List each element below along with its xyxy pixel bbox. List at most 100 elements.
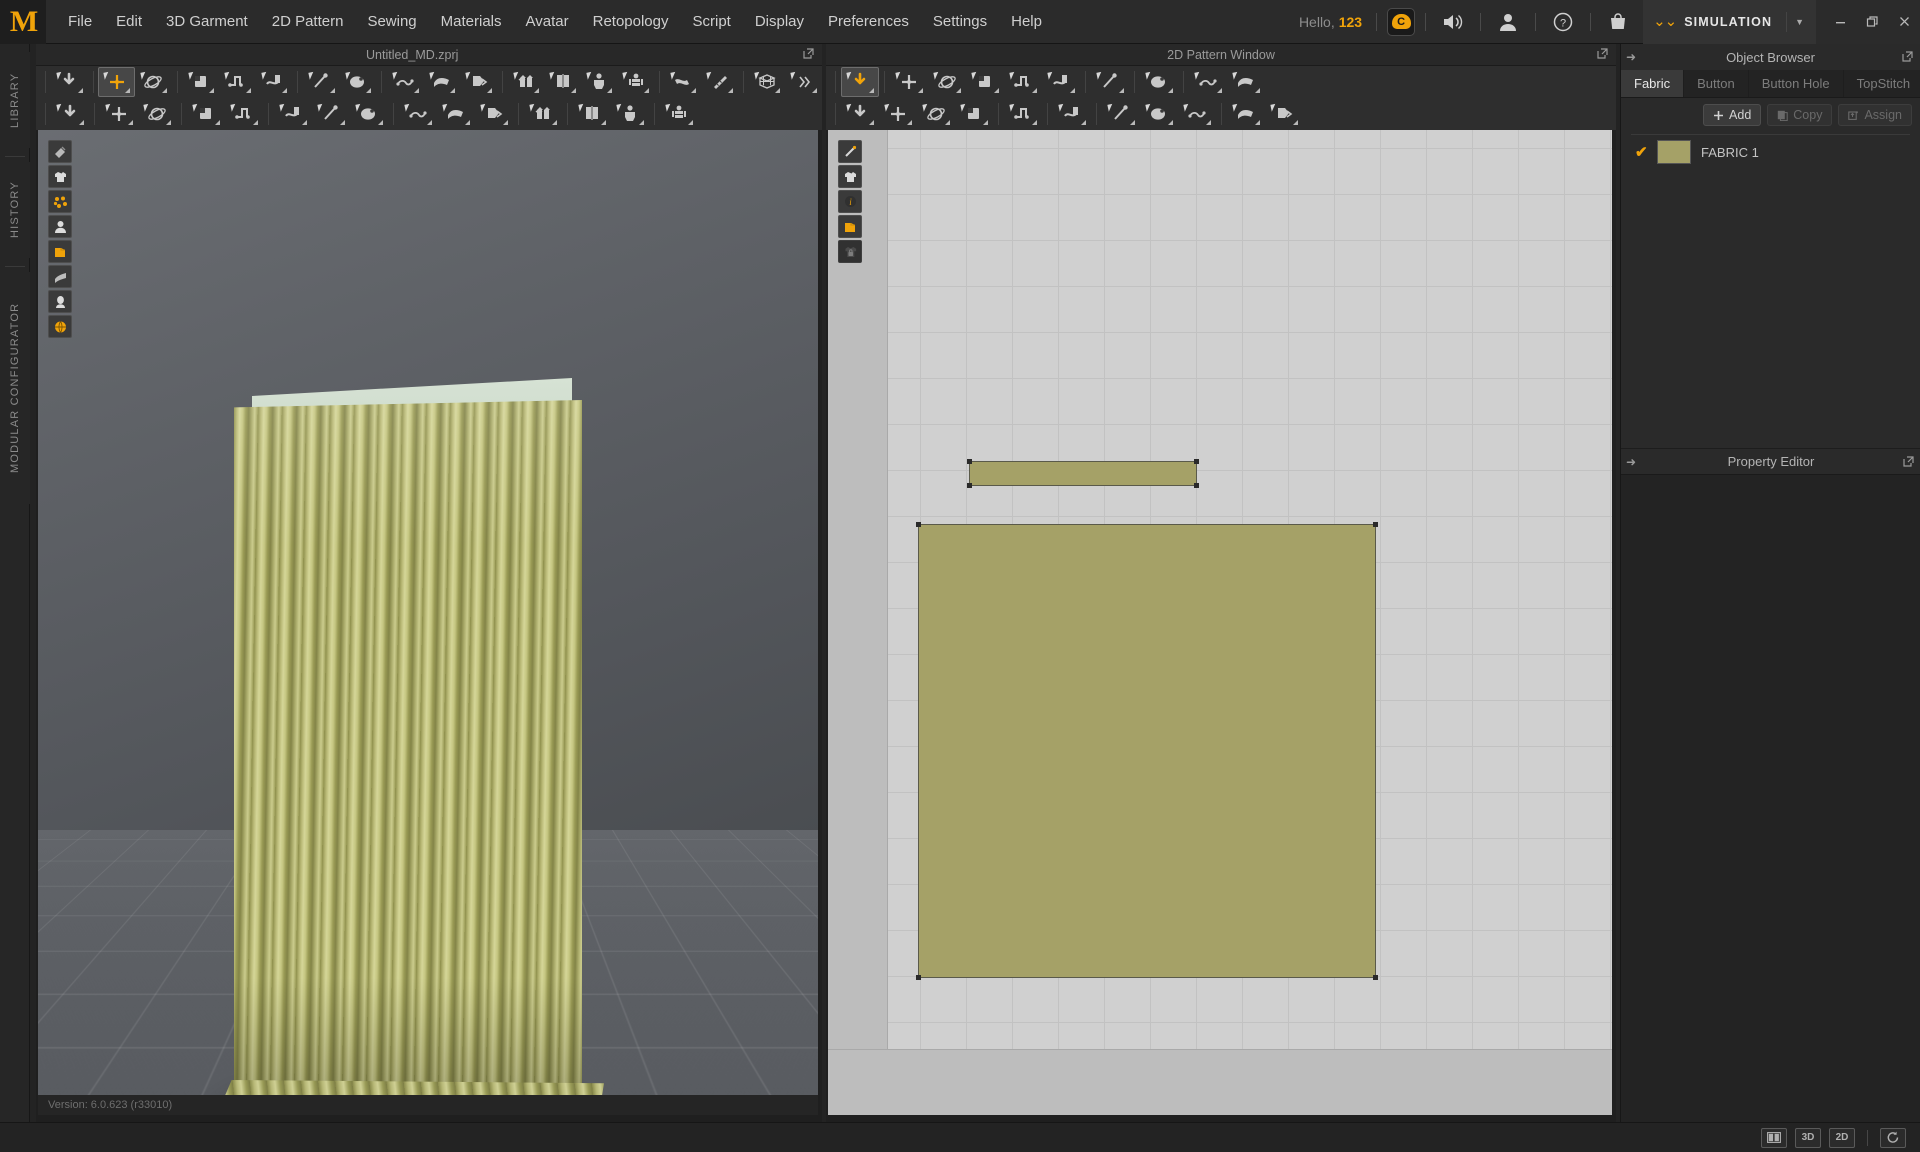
close-icon[interactable] bbox=[1891, 11, 1917, 33]
check-icon[interactable]: ✔ bbox=[1635, 143, 1648, 161]
fold-icon[interactable] bbox=[424, 67, 461, 97]
internal-polyline-icon[interactable] bbox=[879, 99, 917, 129]
tab-button[interactable]: Button bbox=[1684, 70, 1749, 97]
zipper-icon[interactable] bbox=[274, 99, 312, 129]
pattern-edit-icon[interactable] bbox=[138, 99, 176, 129]
menu-item-script[interactable]: Script bbox=[681, 7, 743, 36]
menu-item-file[interactable]: File bbox=[56, 7, 104, 36]
show-hide-texture-icon[interactable] bbox=[838, 215, 862, 238]
viewport-3d-canvas[interactable]: Version: 6.0.623 (r33010) bbox=[38, 130, 818, 1115]
arrange-pattern-icon[interactable] bbox=[508, 67, 545, 97]
show-hide-pattern-icon[interactable] bbox=[838, 165, 862, 188]
menu-item-sewing[interactable]: Sewing bbox=[355, 7, 428, 36]
view-2d-button[interactable]: 2D bbox=[1829, 1127, 1855, 1148]
polygon-icon[interactable] bbox=[1004, 67, 1042, 97]
ruler-icon[interactable] bbox=[701, 67, 738, 97]
select-pin-icon[interactable] bbox=[387, 67, 424, 97]
menu-item-display[interactable]: Display bbox=[743, 7, 816, 36]
tab-button-hole[interactable]: Button Hole bbox=[1749, 70, 1844, 97]
popout-icon[interactable] bbox=[1597, 48, 1608, 62]
menu-item-2d-pattern[interactable]: 2D Pattern bbox=[260, 7, 356, 36]
menu-item-materials[interactable]: Materials bbox=[429, 7, 514, 36]
view-3d-button[interactable]: 3D bbox=[1795, 1127, 1821, 1148]
edit-curve-icon[interactable] bbox=[928, 67, 966, 97]
symmetric-icon[interactable] bbox=[660, 99, 698, 129]
show-hide-stitch-icon[interactable] bbox=[838, 140, 862, 163]
zipper-2d-icon[interactable] bbox=[1102, 99, 1140, 129]
buttonhole-2d-icon[interactable] bbox=[1178, 99, 1216, 129]
garment-drape-icon[interactable] bbox=[225, 99, 263, 129]
sewing-line-icon[interactable] bbox=[1227, 99, 1265, 129]
chevron-down-icon[interactable]: ▼ bbox=[1786, 11, 1812, 32]
popout-icon[interactable] bbox=[1902, 50, 1913, 65]
list-item[interactable]: ✔ FABRIC 1 bbox=[1621, 135, 1920, 169]
steam-iron-icon[interactable] bbox=[1004, 99, 1042, 129]
avatar-full-icon[interactable] bbox=[581, 67, 618, 97]
trace-icon[interactable] bbox=[1042, 67, 1080, 97]
minimize-icon[interactable] bbox=[1827, 11, 1853, 33]
popout-icon[interactable] bbox=[1903, 455, 1914, 470]
transform-sphere-icon[interactable] bbox=[135, 67, 172, 97]
menu-item-retopology[interactable]: Retopology bbox=[581, 7, 681, 36]
menu-item-help[interactable]: Help bbox=[999, 7, 1054, 36]
popout-icon[interactable] bbox=[803, 48, 814, 62]
grid-icon[interactable] bbox=[749, 67, 786, 97]
animation-icon[interactable] bbox=[51, 99, 89, 129]
internal-line-icon[interactable] bbox=[841, 99, 879, 129]
show-hide-info-icon[interactable]: i bbox=[838, 190, 862, 213]
pattern-deform-icon[interactable] bbox=[100, 99, 138, 129]
show-hide-surface-icon[interactable] bbox=[48, 265, 72, 288]
sidebar-item-library[interactable]: LIBRARY bbox=[0, 52, 30, 148]
menu-item-3d-garment[interactable]: 3D Garment bbox=[154, 7, 260, 36]
avatar-2d-icon[interactable] bbox=[1140, 67, 1178, 97]
simulate-icon[interactable] bbox=[51, 67, 88, 97]
viewport-2d-canvas[interactable]: i bbox=[828, 130, 1612, 1115]
simulation-mode-selector[interactable]: ⌄⌄ SIMULATION ▼ bbox=[1643, 0, 1816, 44]
menu-item-avatar[interactable]: Avatar bbox=[514, 7, 581, 36]
waistband-pattern-piece[interactable] bbox=[967, 459, 1199, 488]
avatar-size-icon[interactable] bbox=[617, 67, 654, 97]
add-button[interactable]: Add bbox=[1703, 104, 1762, 126]
button-select-icon[interactable] bbox=[399, 99, 437, 129]
show-hide-avatar-icon[interactable] bbox=[48, 215, 72, 238]
edit-pattern-icon[interactable] bbox=[841, 67, 879, 97]
button-garment-icon[interactable] bbox=[312, 99, 350, 129]
garment-fit-icon[interactable] bbox=[187, 99, 225, 129]
user-icon[interactable] bbox=[1491, 7, 1525, 37]
pleat-icon[interactable] bbox=[1091, 67, 1129, 97]
reset-view-button[interactable] bbox=[1880, 1127, 1906, 1148]
collapse-arrow-icon[interactable]: ➜ bbox=[1626, 455, 1636, 469]
segment-sewing-icon[interactable] bbox=[1265, 99, 1303, 129]
edit-point-icon[interactable] bbox=[890, 67, 928, 97]
menu-item-preferences[interactable]: Preferences bbox=[816, 7, 921, 36]
menu-item-settings[interactable]: Settings bbox=[921, 7, 999, 36]
tape-measure-icon[interactable] bbox=[665, 67, 702, 97]
tab-fabric[interactable]: Fabric bbox=[1621, 70, 1685, 97]
internal-curve-icon[interactable] bbox=[917, 99, 955, 129]
collapse-arrow-icon[interactable]: ➜ bbox=[1626, 50, 1636, 64]
shopping-bag-icon[interactable] bbox=[1601, 7, 1635, 37]
split-view-button[interactable] bbox=[1761, 1127, 1787, 1148]
zipper-tool-icon[interactable] bbox=[524, 99, 562, 129]
flattening-icon[interactable] bbox=[460, 67, 497, 97]
tack-icon[interactable] bbox=[340, 67, 377, 97]
grid-small-icon[interactable] bbox=[1189, 67, 1227, 97]
internal-offset-icon[interactable] bbox=[955, 99, 993, 129]
show-hide-head-icon[interactable] bbox=[48, 290, 72, 313]
avatar-show-icon[interactable] bbox=[544, 67, 581, 97]
select-mesh-icon[interactable] bbox=[183, 67, 220, 97]
fabric-plane-icon[interactable] bbox=[573, 99, 611, 129]
transform-pattern-icon[interactable] bbox=[98, 67, 135, 97]
lock-pattern-icon[interactable] bbox=[838, 240, 862, 263]
speaker-icon[interactable] bbox=[1436, 7, 1470, 37]
button-place-icon[interactable] bbox=[437, 99, 475, 129]
more-tools-icon[interactable] bbox=[785, 67, 822, 97]
show-hide-stitch-icon[interactable] bbox=[48, 140, 72, 163]
question-mark-icon[interactable]: ? bbox=[1546, 7, 1580, 37]
sidebar-item-modular-configurator[interactable]: MODULAR CONFIGURATOR bbox=[0, 272, 30, 504]
fold-arrangement-icon[interactable] bbox=[219, 67, 256, 97]
menu-item-edit[interactable]: Edit bbox=[104, 7, 154, 36]
grid-large-icon[interactable] bbox=[1227, 67, 1265, 97]
dart-icon[interactable] bbox=[1053, 99, 1091, 129]
button-2d-icon[interactable] bbox=[1140, 99, 1178, 129]
